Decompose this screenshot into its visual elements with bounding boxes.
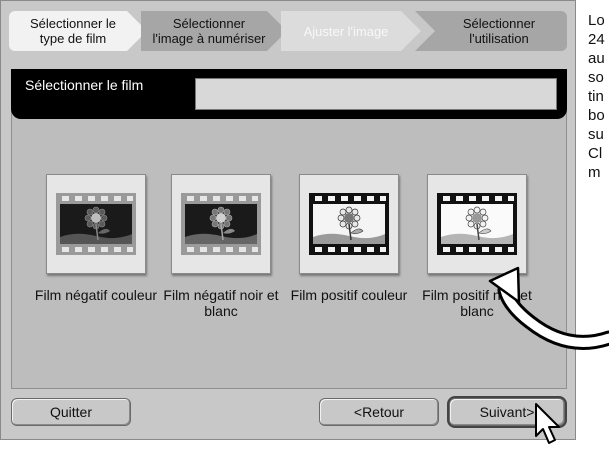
step-select-usage: Sélectionner l'utilisation — [415, 11, 567, 51]
back-button[interactable]: <Retour — [319, 398, 439, 426]
film-tile[interactable] — [299, 174, 399, 274]
section-title-bar: Sélectionner le film — [11, 69, 567, 119]
step-breadcrumb: Sélectionner le type de film Sélectionne… — [1, 1, 577, 59]
caption-line: bo — [588, 107, 605, 124]
positive-bw-film-icon — [437, 193, 517, 255]
film-tile[interactable] — [46, 174, 146, 274]
caption-line: su — [588, 126, 604, 143]
caption-line: tin — [588, 88, 604, 105]
caption-line: au — [588, 50, 605, 67]
film-name-display — [195, 78, 557, 110]
negative-color-film-icon — [56, 193, 136, 255]
caption-line: so — [588, 69, 604, 86]
film-option-negative-color[interactable]: Film négatif couleur — [35, 174, 157, 303]
next-button[interactable]: Suivant> — [449, 398, 565, 426]
step-adjust-image: Ajuster l'image — [281, 11, 421, 51]
caption-line: Lo — [588, 12, 605, 29]
film-option-negative-bw[interactable]: Film négatif noir et blanc — [163, 174, 279, 319]
section-title: Sélectionner le film — [25, 77, 144, 93]
quit-button[interactable]: Quitter — [11, 398, 131, 426]
film-option-positive-color[interactable]: Film positif couleur — [291, 174, 407, 303]
film-option-label: Film positif couleur — [290, 287, 408, 303]
film-option-label: Film positif noir et blanc — [422, 287, 532, 319]
film-tile[interactable] — [427, 174, 527, 274]
side-caption: Lo 24 au so tin bo su Cl m — [588, 11, 609, 182]
caption-line: m — [588, 164, 601, 181]
negative-bw-film-icon — [181, 193, 261, 255]
film-option-label: Film négatif couleur — [34, 287, 158, 303]
film-option-label: Film négatif noir et blanc — [163, 287, 279, 319]
film-option-positive-bw[interactable]: Film positif noir et blanc — [422, 174, 532, 319]
caption-line: Cl — [588, 145, 603, 162]
film-type-dialog: Sélectionner le type de film Sélectionne… — [0, 0, 576, 440]
positive-color-film-icon — [309, 193, 389, 255]
caption-line: 24 — [588, 31, 605, 48]
step-select-image: Sélectionner l'image à numériser — [141, 11, 287, 51]
step-select-film-type: Sélectionner le type de film — [9, 11, 147, 51]
film-tile[interactable] — [171, 174, 271, 274]
